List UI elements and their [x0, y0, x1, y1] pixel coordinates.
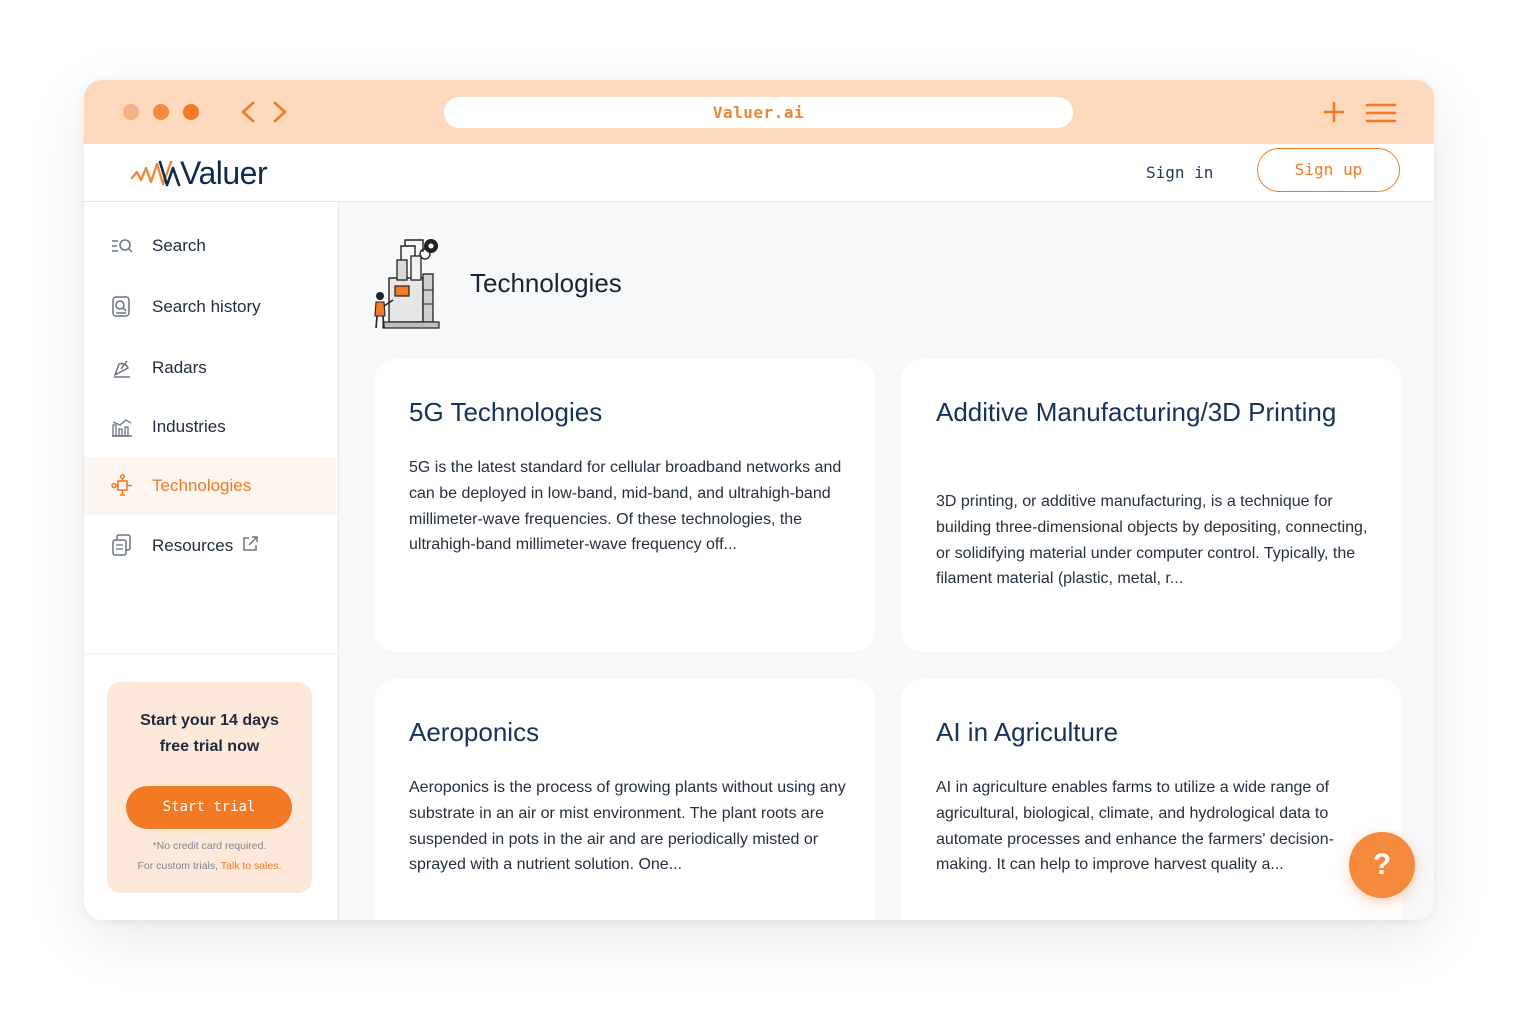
trial-note-line-2: For custom trials, Talk to sales. [107, 856, 312, 876]
radar-icon [114, 360, 130, 378]
hamburger-menu-icon[interactable] [1365, 102, 1397, 124]
browser-toolbar: Valuer.ai [84, 80, 1434, 144]
technology-card[interactable]: AI in Agriculture AI in agriculture enab… [901, 679, 1402, 920]
sidebar-item-label: Resources [152, 535, 259, 556]
sign-in-link[interactable]: Sign in [1146, 160, 1213, 186]
page-title: Technologies [470, 268, 622, 298]
technology-machine-illustration-icon [374, 239, 440, 329]
trial-promo-card: Start your 14 days free trial now Start … [107, 682, 312, 893]
technology-card[interactable]: Aeroponics Aeroponics is the process of … [374, 679, 875, 920]
sidebar-item-label: Search [152, 236, 206, 255]
search-history-icon [112, 296, 130, 317]
trial-title-line-2: free trial now [159, 738, 260, 755]
trial-title-line-1: Start your 14 days [140, 712, 279, 729]
window-maximize-dot[interactable] [183, 104, 199, 120]
sidebar-item-radars[interactable]: Radars [84, 339, 338, 397]
address-bar[interactable]: Valuer.ai [444, 97, 1073, 128]
resources-label-text: Resources [152, 535, 234, 555]
help-button[interactable]: ? [1349, 832, 1415, 898]
sidebar-item-label: Technologies [152, 476, 252, 495]
sidebar-item-label: Radars [152, 358, 207, 377]
sidebar-item-technologies[interactable]: Technologies [84, 457, 338, 515]
valuer-wave-logo-icon [130, 160, 181, 187]
plus-icon[interactable] [1322, 100, 1346, 124]
sidebar-item-label: Search history [152, 297, 261, 316]
start-trial-button[interactable]: Start trial [126, 786, 292, 829]
sidebar-item-search[interactable]: Search [84, 217, 338, 275]
window-minimize-dot[interactable] [153, 104, 169, 120]
sidebar-item-label: Industries [152, 417, 226, 436]
card-title[interactable]: Additive Manufacturing/3D Printing [936, 395, 1376, 429]
resources-icon [112, 534, 131, 556]
card-title[interactable]: AI in Agriculture [936, 715, 1376, 749]
sidebar: Search Search history Radars Industries … [84, 202, 339, 920]
chevron-left-icon[interactable] [236, 95, 260, 129]
card-description: AI in agriculture enables farms to utili… [936, 779, 1334, 874]
trial-note: *No credit card required. For custom tri… [107, 836, 312, 876]
technology-card[interactable]: Additive Manufacturing/3D Printing 3D pr… [901, 359, 1402, 652]
sidebar-divider [84, 654, 338, 655]
sign-up-button[interactable]: Sign up [1257, 148, 1400, 192]
chevron-right-icon[interactable] [268, 95, 292, 129]
trial-note-line-1: *No credit card required. [152, 840, 267, 852]
sidebar-item-industries[interactable]: Industries [84, 398, 338, 456]
sidebar-item-resources[interactable]: Resources [84, 516, 338, 574]
sidebar-item-search-history[interactable]: Search history [84, 278, 338, 336]
valuer-logo[interactable]: Valuer [130, 150, 268, 196]
industries-chart-icon [112, 419, 132, 437]
card-description: 3D printing, or additive manufacturing, … [936, 493, 1368, 588]
window-close-dot[interactable] [123, 104, 139, 120]
trial-note-prefix: For custom trials, [137, 860, 221, 872]
external-link-icon [243, 535, 259, 551]
card-description: Aeroponics is the process of growing pla… [409, 779, 846, 874]
talk-to-sales-link[interactable]: Talk to sales. [221, 860, 282, 872]
app-header: Valuer Sign in Sign up [84, 144, 1434, 202]
trial-title: Start your 14 days free trial now [107, 708, 312, 760]
main-content: Technologies 5G Technologies 5G is the l… [339, 202, 1434, 920]
technology-card[interactable]: 5G Technologies 5G is the latest standar… [374, 359, 875, 652]
technologies-node-icon [111, 474, 132, 496]
search-list-icon [112, 239, 133, 253]
logo-text: Valuer [180, 154, 268, 191]
card-title[interactable]: 5G Technologies [409, 395, 849, 429]
card-description: 5G is the latest standard for cellular b… [409, 459, 842, 554]
card-title[interactable]: Aeroponics [409, 715, 849, 749]
browser-window: Valuer.ai Valuer Sign in Sign up Search … [84, 80, 1434, 920]
